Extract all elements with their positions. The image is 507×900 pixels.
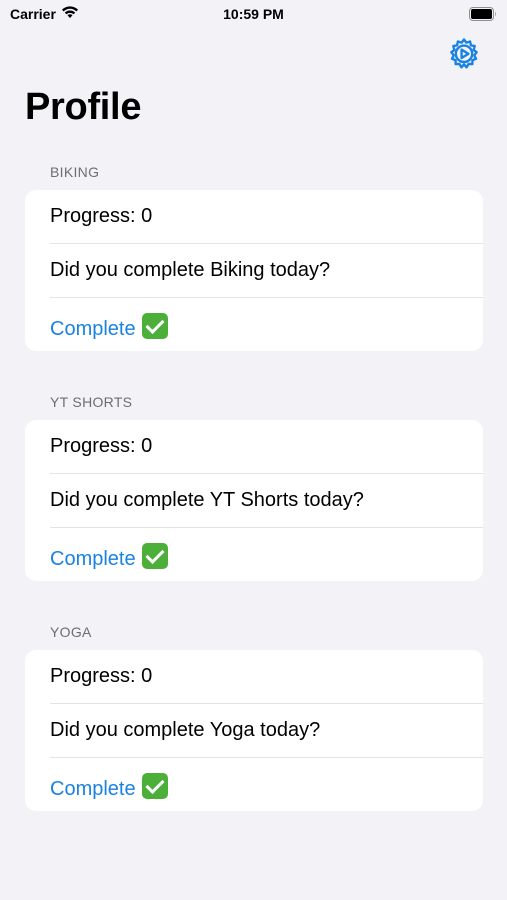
- complete-button[interactable]: Complete: [25, 758, 483, 811]
- habit-card: Progress: 0 Did you complete Biking toda…: [25, 190, 483, 351]
- complete-button[interactable]: Complete: [25, 298, 483, 351]
- habit-card: Progress: 0 Did you complete Yoga today?…: [25, 650, 483, 811]
- question-label: Did you complete YT Shorts today?: [50, 489, 364, 511]
- question-label: Did you complete Biking today?: [50, 259, 331, 281]
- status-time: 10:59 PM: [223, 6, 284, 22]
- progress-row: Progress: 0: [25, 420, 483, 474]
- profile-screen: Carrier 10:59 PM Profile BIKING Progress…: [0, 0, 507, 900]
- question-row: Did you complete YT Shorts today?: [25, 474, 483, 528]
- section-header: BIKING: [50, 164, 100, 180]
- settings-button[interactable]: [447, 37, 481, 71]
- section-header: YT SHORTS: [50, 394, 133, 410]
- complete-button-label[interactable]: Complete: [50, 778, 136, 800]
- progress-label: Progress: 0: [50, 665, 153, 687]
- question-row: Did you complete Biking today?: [25, 244, 483, 298]
- battery-icon: [469, 7, 497, 26]
- question-row: Did you complete Yoga today?: [25, 704, 483, 758]
- habit-card: Progress: 0 Did you complete YT Shorts t…: [25, 420, 483, 581]
- gear-play-icon: [450, 38, 478, 69]
- check-mark-icon: [141, 313, 168, 339]
- progress-row: Progress: 0: [25, 650, 483, 704]
- check-mark-icon: [141, 543, 168, 569]
- page-title: Profile: [25, 86, 142, 128]
- status-bar: Carrier 10:59 PM: [0, 0, 507, 30]
- progress-label: Progress: 0: [50, 205, 153, 227]
- complete-button-label[interactable]: Complete: [50, 548, 136, 570]
- complete-button-label[interactable]: Complete: [50, 318, 136, 340]
- progress-row: Progress: 0: [25, 190, 483, 244]
- section-header: YOGA: [50, 624, 92, 640]
- question-label: Did you complete Yoga today?: [50, 719, 321, 741]
- progress-label: Progress: 0: [50, 435, 153, 457]
- complete-button[interactable]: Complete: [25, 528, 483, 581]
- check-mark-icon: [141, 773, 168, 799]
